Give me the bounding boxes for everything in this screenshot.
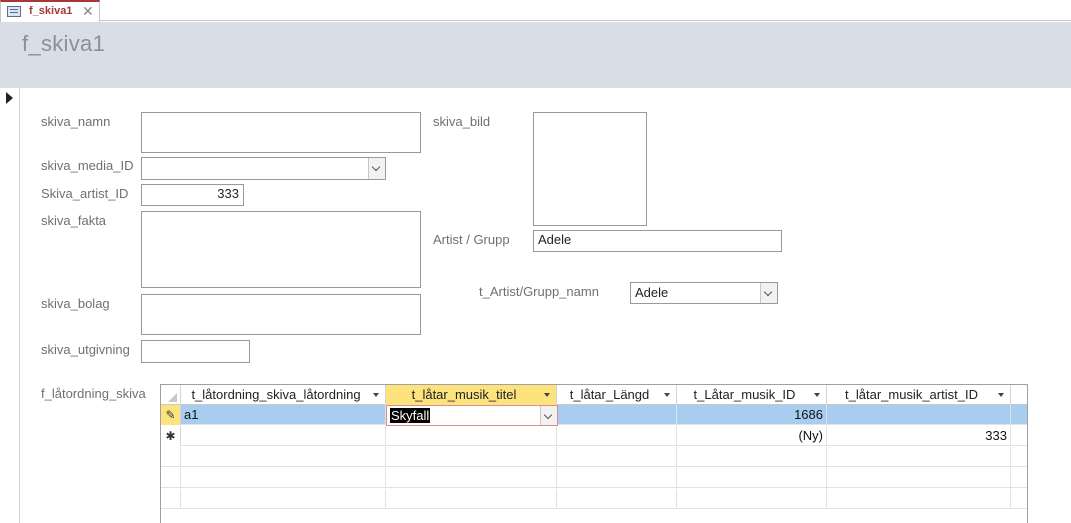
empty-cell xyxy=(677,468,827,488)
artist-grupp-field[interactable]: Adele xyxy=(533,230,782,252)
datasheet-header: t_låtordning_skiva_låtordning t_låtar_mu… xyxy=(161,385,1027,405)
skiva-bild-label: skiva_bild xyxy=(433,114,491,129)
column-header-artist-id[interactable]: t_låtar_musik_artist_ID xyxy=(827,385,1011,405)
table-row[interactable]: ✱ (Ny) 333 xyxy=(161,426,1027,446)
skiva-media-id-combo[interactable] xyxy=(141,157,386,180)
t-artist-grupp-namn-label: t_Artist/Grupp_namn xyxy=(479,284,599,299)
edit-pencil-icon[interactable]: ✎ xyxy=(161,405,181,425)
empty-cell xyxy=(161,489,181,509)
cell-langd[interactable] xyxy=(557,426,677,446)
select-all-corner[interactable] xyxy=(161,385,181,405)
sort-dropdown-icon[interactable] xyxy=(814,393,820,397)
empty-cell xyxy=(161,468,181,488)
table-row[interactable]: ✎ a1 Skyfall 1686 xyxy=(161,405,1027,426)
empty-cell xyxy=(677,447,827,467)
column-header-label: t_Låtar_musik_ID xyxy=(693,387,796,402)
t-artist-grupp-namn-combo[interactable]: Adele xyxy=(630,282,778,304)
skiva-namn-label: skiva_namn xyxy=(41,114,111,129)
skiva-utgivning-label: skiva_utgivning xyxy=(41,342,130,357)
column-header-titel[interactable]: t_låtar_musik_titel xyxy=(386,385,557,405)
cell-artist-id[interactable]: 333 xyxy=(827,426,1011,446)
form-icon xyxy=(7,6,21,17)
new-record-asterisk-icon[interactable]: ✱ xyxy=(161,426,181,446)
column-header-label: t_låtar_Längd xyxy=(569,387,650,402)
skiva-media-id-label: skiva_media_ID xyxy=(41,158,134,173)
tab-label: f_skiva1 xyxy=(29,5,73,17)
artist-grupp-label: Artist / Grupp xyxy=(433,232,510,247)
cell-artist-id[interactable] xyxy=(827,405,1011,425)
skiva-fakta-label: skiva_fakta xyxy=(41,213,107,228)
tab-f-skiva1[interactable]: f_skiva1 ✕ xyxy=(0,0,100,22)
document-tab-strip: f_skiva1 ✕ xyxy=(0,0,1071,22)
chevron-down-icon[interactable] xyxy=(760,283,777,303)
cell-musik-id[interactable]: (Ny) xyxy=(677,426,827,446)
selected-text[interactable]: Skyfall xyxy=(390,408,431,423)
chevron-down-icon[interactable] xyxy=(368,158,385,179)
empty-cell xyxy=(827,447,1011,467)
cell-latordning[interactable]: a1 xyxy=(181,405,386,425)
empty-cell xyxy=(181,447,386,467)
empty-row xyxy=(161,489,1027,509)
current-record-arrow-icon xyxy=(6,92,13,104)
cell-latordning[interactable] xyxy=(181,426,386,446)
skiva-namn-field[interactable] xyxy=(141,112,421,153)
column-header-langd[interactable]: t_låtar_Längd xyxy=(557,385,677,405)
skiva-utgivning-field[interactable] xyxy=(141,340,250,363)
form-header: f_skiva1 xyxy=(0,22,1071,88)
cell-musik-id[interactable]: 1686 xyxy=(677,405,827,425)
skiva-bolag-label: skiva_bolag xyxy=(41,296,110,311)
empty-cell xyxy=(181,468,386,488)
skiva-bild-image-frame[interactable] xyxy=(533,112,647,226)
empty-cell xyxy=(181,489,386,509)
empty-row xyxy=(161,468,1027,488)
cell-titel-combo[interactable]: Skyfall xyxy=(386,405,558,426)
empty-cell xyxy=(827,468,1011,488)
record-selector[interactable] xyxy=(0,88,20,523)
page-title: f_skiva1 xyxy=(22,31,106,56)
column-header-label: t_låtar_musik_artist_ID xyxy=(845,387,978,402)
sort-dropdown-icon[interactable] xyxy=(664,393,670,397)
empty-cell xyxy=(386,489,557,509)
column-header-label: t_låtar_musik_titel xyxy=(411,387,517,402)
empty-cell xyxy=(827,489,1011,509)
sort-dropdown-icon[interactable] xyxy=(998,393,1004,397)
empty-cell xyxy=(557,489,677,509)
column-header-musik-id[interactable]: t_Låtar_musik_ID xyxy=(677,385,827,405)
empty-cell xyxy=(386,447,557,467)
cell-langd[interactable] xyxy=(557,405,677,425)
chevron-down-icon[interactable] xyxy=(540,406,557,425)
close-icon[interactable]: ✕ xyxy=(82,2,94,20)
empty-cell xyxy=(161,447,181,467)
skiva-bolag-field[interactable] xyxy=(141,294,421,335)
combo-value: Adele xyxy=(635,285,669,300)
sort-dropdown-icon[interactable] xyxy=(373,393,379,397)
skiva-fakta-field[interactable] xyxy=(141,211,421,288)
skiva-artist-id-label: Skiva_artist_ID xyxy=(41,186,129,201)
empty-row xyxy=(161,447,1027,467)
empty-cell xyxy=(557,447,677,467)
sort-dropdown-icon[interactable] xyxy=(544,393,550,397)
column-header-latordning[interactable]: t_låtordning_skiva_låtordning xyxy=(181,385,386,405)
empty-cell xyxy=(386,468,557,488)
subform-label: f_låtordning_skiva xyxy=(41,386,146,401)
skiva-artist-id-field[interactable]: 333 xyxy=(141,184,244,206)
column-header-label: t_låtordning_skiva_låtordning xyxy=(191,387,361,402)
subform-datasheet[interactable]: t_låtordning_skiva_låtordning t_låtar_mu… xyxy=(160,384,1028,523)
empty-cell xyxy=(677,489,827,509)
empty-cell xyxy=(557,468,677,488)
cell-titel[interactable] xyxy=(386,426,557,446)
